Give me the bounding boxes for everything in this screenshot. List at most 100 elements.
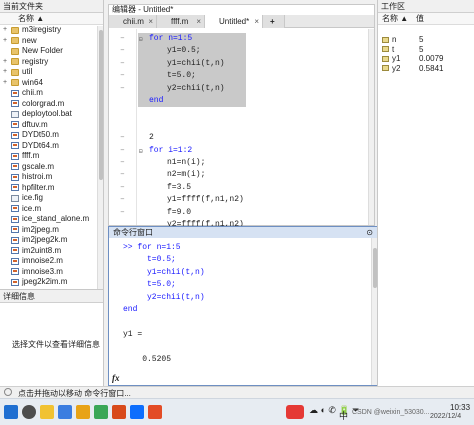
search-icon[interactable]	[22, 405, 36, 419]
gutter-mark[interactable]: –	[120, 207, 125, 219]
fold-icon[interactable]: ⊟	[139, 36, 143, 43]
code-line[interactable]: y1=chii(t,n)	[167, 58, 225, 70]
gutter-mark[interactable]: –	[120, 45, 125, 57]
file-list-item[interactable]: imnoise2.m	[0, 256, 103, 267]
workspace-variable-row[interactable]: y2 0.5841	[382, 64, 474, 74]
file-list-item[interactable]: deploytool.bat	[0, 109, 103, 120]
gutter-mark[interactable]: –	[120, 83, 125, 95]
command-output-line: y1=chii(t,n)	[123, 267, 205, 277]
close-icon[interactable]: ×	[254, 15, 259, 28]
gutter-mark[interactable]: –	[120, 182, 125, 194]
tab-untitled[interactable]: Untitled* ×	[205, 15, 263, 28]
name-column-header[interactable]: 名称 ▲	[0, 13, 103, 25]
code-line[interactable]: t=5.0;	[167, 70, 196, 82]
code-line[interactable]: y1=0.5;	[167, 45, 201, 57]
file-list-item[interactable]: colorgrad.m	[0, 99, 103, 110]
file-list-item[interactable]: New Folder	[0, 46, 103, 57]
file-list-item[interactable]: ffff.m	[0, 151, 103, 162]
expander-icon[interactable]: +	[3, 78, 9, 89]
code-line[interactable]: n1=n(i);	[167, 157, 205, 169]
close-icon[interactable]: ×	[196, 15, 201, 28]
gutter-mark[interactable]: –	[120, 157, 125, 169]
code-line[interactable]: f=3.5	[167, 182, 191, 194]
expander-icon[interactable]: +	[3, 36, 9, 47]
file-list-item[interactable]: im2jpeg2k.m	[0, 235, 103, 246]
file-list-item[interactable]: jpeg2k2im.m	[0, 277, 103, 288]
app-icon[interactable]	[148, 405, 162, 419]
file-list-item[interactable]: im2jpeg.m	[0, 225, 103, 236]
file-list-scrollbar[interactable]	[97, 26, 103, 299]
fx-prompt-icon[interactable]: fx	[112, 373, 120, 383]
add-tab-button[interactable]: +	[263, 15, 285, 28]
clock-time[interactable]: 10:33	[450, 403, 470, 412]
file-list-item[interactable]: DYDt64.m	[0, 141, 103, 152]
workspace-column-header[interactable]: 名称 ▲ 值	[378, 13, 474, 25]
gutter-mark[interactable]: –	[120, 58, 125, 70]
start-icon[interactable]	[4, 405, 18, 419]
scrollbar-thumb[interactable]	[99, 30, 103, 180]
folder-icon[interactable]	[76, 405, 90, 419]
code-line[interactable]: n2=m(i);	[167, 169, 205, 181]
file-list-item[interactable]: ice_stand_alone.m	[0, 214, 103, 225]
gutter-mark[interactable]: –	[120, 70, 125, 82]
code-line[interactable]: y1=ffff(f,n1,n2)	[167, 194, 244, 206]
expander-icon[interactable]: +	[3, 25, 9, 36]
tab-chii[interactable]: chii.m ×	[109, 15, 157, 28]
gutter-mark[interactable]: –	[120, 145, 125, 157]
code-area[interactable]: – ⊟ for n=1:5 – y1=0.5; – y1=chii(t,n) – t=5.0; –…	[109, 29, 374, 229]
code-line[interactable]: 2	[149, 132, 154, 144]
gutter-mark[interactable]: –	[120, 169, 125, 181]
command-window-title-bar[interactable]: 命令行窗口 ⊙	[109, 227, 377, 238]
file-list-item[interactable]: histroi.m	[0, 172, 103, 183]
code-line[interactable]: for i=1:2	[149, 145, 192, 157]
chevron-down-icon[interactable]: ⊙	[366, 227, 373, 238]
ws-name-column: 名称 ▲	[382, 14, 409, 23]
file-list-item[interactable]: im2uint8.m	[0, 246, 103, 257]
status-bar: 点击并拖动以移动 命令行窗口...	[0, 386, 474, 398]
matlab-icon[interactable]	[112, 405, 126, 419]
file-name: util	[22, 67, 33, 76]
browser-icon[interactable]	[130, 405, 144, 419]
input-method-label[interactable]: 中	[339, 409, 348, 422]
gutter-mark[interactable]: –	[120, 132, 125, 144]
code-line[interactable]: end	[149, 95, 163, 107]
file-explorer-icon[interactable]	[40, 405, 54, 419]
workspace-variable-row[interactable]: t5	[382, 45, 474, 55]
expander-icon[interactable]: +	[3, 57, 9, 68]
file-list-item[interactable]: hpfilter.m	[0, 183, 103, 194]
file-list-item[interactable]: + util	[0, 67, 103, 78]
gutter-mark[interactable]: –	[120, 33, 125, 45]
expander-icon[interactable]: +	[3, 67, 9, 78]
settings-icon[interactable]	[58, 405, 72, 419]
file-list-item[interactable]: chii.m	[0, 88, 103, 99]
clock-date[interactable]: 2022/12/4	[430, 413, 461, 420]
tab-label: chii.m	[123, 17, 144, 26]
tab-ffff[interactable]: ffff.m ×	[157, 15, 205, 28]
file-list-item[interactable]: ice.fig	[0, 193, 103, 204]
variable-value: 0.5841	[419, 63, 444, 73]
file-list-item[interactable]: + win64	[0, 78, 103, 89]
file-name: dftuv.m	[22, 119, 48, 129]
workspace-variable-row[interactable]: n5	[382, 35, 474, 45]
code-line[interactable]: f=9.0	[167, 207, 191, 219]
gutter-mark[interactable]: –	[120, 194, 125, 206]
fold-icon[interactable]: ⊟	[139, 148, 143, 155]
close-icon[interactable]: ×	[148, 15, 153, 28]
workspace-variable-row[interactable]: y1 0.0079	[382, 54, 474, 64]
file-list-item[interactable]: dftuv.m	[0, 120, 103, 131]
file-list-item[interactable]: + registry	[0, 57, 103, 68]
file-list-item[interactable]: imnoise3.m	[0, 267, 103, 278]
m-file-icon	[11, 89, 19, 97]
command-window[interactable]: 命令行窗口 ⊙ >> for n=1:5 t=0.5; y1=chii(t,n)…	[108, 226, 378, 386]
input-method-icon[interactable]	[286, 405, 304, 419]
editor-scrollbar[interactable]	[368, 29, 374, 225]
code-line[interactable]: y2=chii(t,n)	[167, 83, 225, 95]
file-list-item[interactable]: ice.m	[0, 204, 103, 215]
file-list-item[interactable]: + new	[0, 36, 103, 47]
file-name: New Folder	[22, 46, 63, 55]
code-line[interactable]: for n=1:5	[149, 33, 192, 45]
file-list-item[interactable]: DYDt50.m	[0, 130, 103, 141]
file-list-item[interactable]: + m3iregistry	[0, 25, 103, 36]
file-list-item[interactable]: gscale.m	[0, 162, 103, 173]
app-icon[interactable]	[94, 405, 108, 419]
